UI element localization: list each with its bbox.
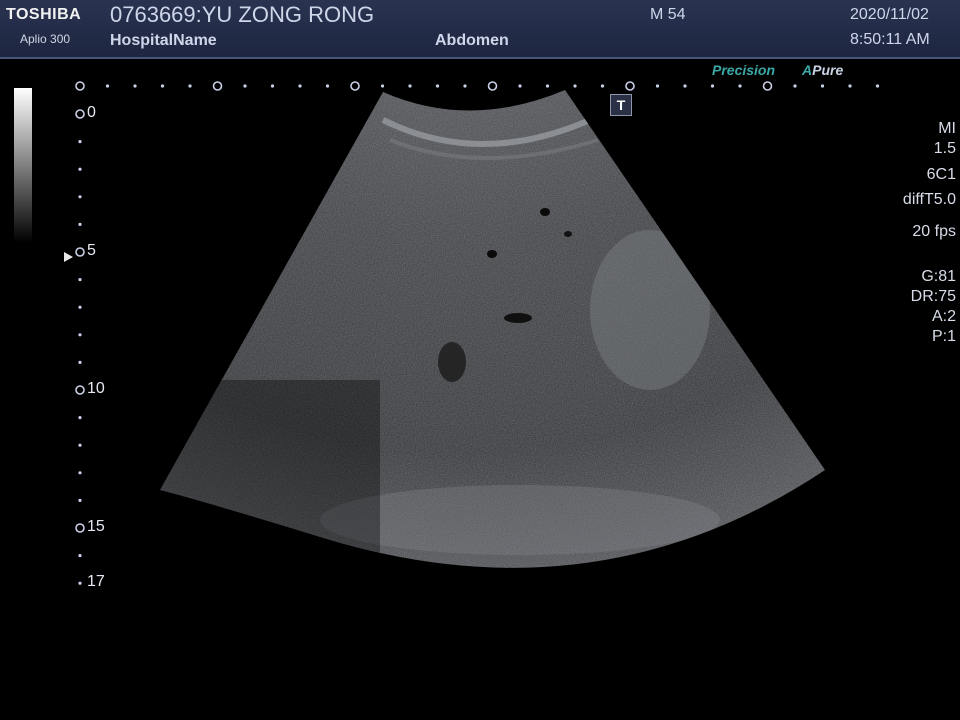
depth-tick-minor [78,498,82,502]
lateral-tick-minor [298,84,302,88]
lateral-tick-major [487,81,498,91]
lateral-tick-major [212,81,223,91]
probe-name: 6C1 [926,166,956,183]
lateral-tick-minor [738,84,742,88]
depth-scale [75,109,85,585]
lateral-tick-minor [793,84,797,88]
lateral-tick-minor [463,84,467,88]
depth-label: 10 [87,380,105,397]
depth-tick-minor [78,554,82,558]
lateral-tick-minor [518,84,522,88]
depth-tick-minor [78,278,82,282]
p-value: P:1 [931,328,956,345]
vessel [504,313,532,323]
focus-marker-icon[interactable] [64,251,73,262]
lateral-tick-minor [133,84,137,88]
lateral-tick-minor [325,84,330,88]
depth-tick-minor [78,140,82,144]
depth-tick-minor [78,416,82,420]
lateral-tick-minor [545,84,550,88]
vessel [487,250,497,258]
lateral-tick-minor [683,84,687,88]
bright-region [590,230,710,390]
depth-label: 0 [87,104,96,121]
lateral-tick-minor [243,84,247,88]
gain-value: G:81 [921,268,956,285]
depth-tick-minor [78,305,82,309]
lateral-tick-minor [408,84,412,88]
depth-tick-minor [78,443,82,447]
depth-label: 5 [87,242,96,259]
lateral-tick-minor [600,84,605,88]
lateral-tick-minor [848,84,852,88]
depth-tick-minor [78,222,82,226]
text-annotation-icon[interactable]: T [610,94,632,116]
lateral-tick-minor [188,84,192,88]
lateral-tick-major [762,81,773,91]
mi-label: MI [938,120,956,137]
lateral-tick-minor [435,84,440,88]
lateral-tick-minor [270,84,275,88]
lateral-tick-major [75,81,85,91]
depth-tick-minor [78,333,82,337]
lateral-tick-minor [875,84,880,88]
lateral-tick-minor [105,84,110,88]
frame-rate: 20 fps [912,223,956,240]
vessel [564,231,572,237]
lateral-tick-minor [655,84,660,88]
lateral-tick-minor [573,84,577,88]
lateral-tick-major [350,81,360,91]
lateral-tick-major [625,81,635,91]
a-value: A:2 [931,308,956,325]
lateral-tick-minor [380,84,385,88]
lateral-tick-minor [820,84,825,88]
depth-tick-minor [78,471,82,475]
lateral-scale [75,81,880,91]
vessel [438,342,466,382]
lateral-tick-minor [160,84,165,88]
preset-name: diffT5.0 [902,191,956,208]
depth-tick-minor [78,167,82,171]
depth-tick-major [75,385,85,395]
depth-label: 15 [87,518,105,535]
depth-tick-major [75,523,85,533]
ultrasound-image [75,81,880,585]
vessel [540,208,550,216]
mi-value: 1.5 [933,140,956,157]
lateral-tick-minor [710,84,715,88]
depth-tick-minor [78,195,82,199]
depth-tick-minor [78,581,82,585]
depth-label: 17 [87,573,105,591]
depth-tick-minor [78,360,82,364]
depth-tick-major [75,109,85,119]
depth-tick-major [75,247,85,257]
dynamic-range-value: DR:75 [910,288,956,305]
